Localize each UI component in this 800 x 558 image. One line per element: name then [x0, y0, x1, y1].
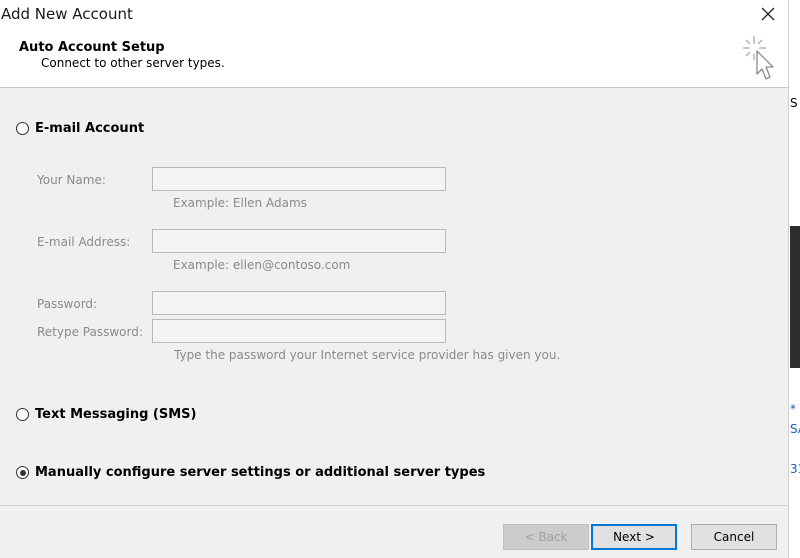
- background-window-divider: [788, 0, 789, 558]
- background-text-fragment: 31: [790, 462, 800, 476]
- close-icon: [761, 7, 775, 21]
- email-address-input[interactable]: [152, 229, 446, 253]
- background-window-edge: S * SA 31: [788, 0, 800, 558]
- background-dark-panel: [790, 226, 800, 368]
- background-text-fragment: SA: [790, 422, 800, 436]
- cancel-button[interactable]: Cancel: [691, 524, 777, 550]
- header-subtitle: Connect to other server types.: [41, 56, 225, 70]
- window-title: Add New Account: [1, 5, 133, 23]
- password-input[interactable]: [152, 291, 446, 315]
- retype-password-label: Retype Password:: [37, 325, 143, 339]
- email-address-hint: Example: ellen@contoso.com: [173, 258, 351, 272]
- background-text-fragment: S: [790, 96, 798, 110]
- wizard-body: E-mail Account Your Name: Example: Ellen…: [0, 88, 788, 558]
- next-button[interactable]: Next >: [591, 524, 677, 550]
- password-label: Password:: [37, 297, 98, 311]
- email-address-label: E-mail Address:: [37, 235, 131, 249]
- footer-divider: [0, 505, 788, 506]
- back-button[interactable]: < Back: [503, 524, 589, 550]
- your-name-label: Your Name:: [37, 173, 106, 187]
- title-bar: Add New Account: [0, 0, 788, 28]
- sms-radio[interactable]: Text Messaging (SMS): [16, 407, 196, 422]
- email-account-radio-button[interactable]: [16, 122, 29, 135]
- sms-radio-button[interactable]: [16, 408, 29, 421]
- password-hint: Type the password your Internet service …: [174, 348, 561, 362]
- wizard-sparkle-icon: [743, 36, 774, 80]
- close-button[interactable]: [748, 0, 788, 28]
- background-text-fragment: *: [790, 402, 796, 416]
- retype-password-input[interactable]: [152, 319, 446, 343]
- your-name-input[interactable]: [152, 167, 446, 191]
- wizard-header: Auto Account Setup Connect to other serv…: [0, 28, 788, 88]
- manual-config-radio-button[interactable]: [16, 466, 29, 479]
- your-name-hint: Example: Ellen Adams: [173, 196, 307, 210]
- manual-config-label: Manually configure server settings or ad…: [35, 465, 486, 480]
- header-title: Auto Account Setup: [19, 40, 165, 55]
- manual-config-radio[interactable]: Manually configure server settings or ad…: [16, 465, 485, 480]
- email-account-radio[interactable]: E-mail Account: [16, 121, 144, 136]
- email-account-label: E-mail Account: [35, 121, 145, 136]
- sms-label: Text Messaging (SMS): [35, 407, 197, 422]
